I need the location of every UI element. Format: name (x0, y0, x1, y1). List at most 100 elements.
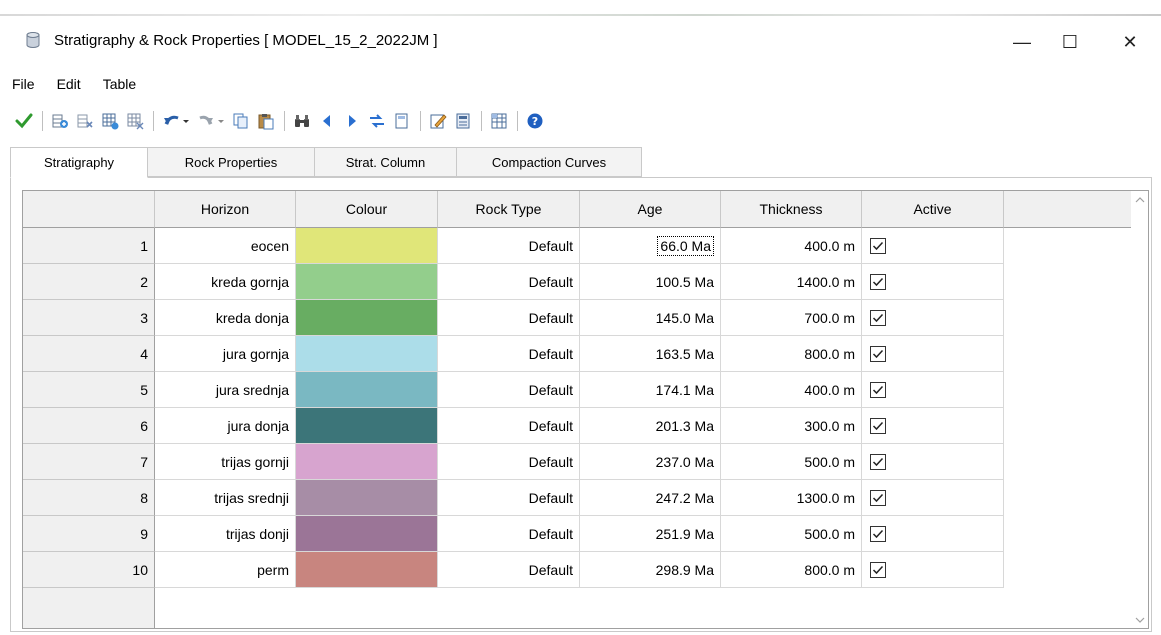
horizon-cell[interactable]: trijas srednji (155, 480, 296, 516)
vertical-scrollbar[interactable] (1131, 191, 1148, 628)
undo-icon[interactable] (161, 111, 191, 131)
age-cell[interactable]: 163.5 Ma (580, 336, 721, 372)
page-icon[interactable] (392, 111, 412, 131)
thickness-cell[interactable]: 1300.0 m (721, 480, 862, 516)
delete-block-icon[interactable] (125, 111, 145, 131)
horizon-cell[interactable]: jura gornja (155, 336, 296, 372)
menu-table[interactable]: Table (103, 76, 136, 92)
col-header-rock-type[interactable]: Rock Type (438, 191, 580, 228)
age-cell[interactable]: 251.9 Ma (580, 516, 721, 552)
age-cell[interactable]: 247.2 Ma (580, 480, 721, 516)
active-checkbox[interactable] (870, 381, 886, 398)
menu-file[interactable]: File (12, 76, 35, 92)
row-number[interactable]: 3 (23, 300, 155, 336)
age-cell[interactable]: 298.9 Ma (580, 552, 721, 588)
horizon-cell[interactable]: jura donja (155, 408, 296, 444)
col-header-colour[interactable]: Colour (296, 191, 438, 228)
thickness-cell[interactable]: 400.0 m (721, 372, 862, 408)
colour-swatch[interactable] (296, 408, 438, 444)
insert-row-icon[interactable] (50, 111, 70, 131)
edit-icon[interactable] (428, 111, 448, 131)
row-number[interactable]: 2 (23, 264, 155, 300)
rock-type-cell[interactable]: Default (438, 228, 580, 264)
horizon-cell[interactable]: kreda gornja (155, 264, 296, 300)
row-number[interactable]: 8 (23, 480, 155, 516)
rock-type-cell[interactable]: Default (438, 408, 580, 444)
row-number[interactable]: 10 (23, 552, 155, 588)
active-cell[interactable] (862, 264, 1004, 300)
horizon-cell[interactable]: trijas gornji (155, 444, 296, 480)
horizon-cell[interactable]: kreda donja (155, 300, 296, 336)
age-cell[interactable]: 66.0 Ma (580, 228, 721, 264)
rock-type-cell[interactable]: Default (438, 552, 580, 588)
row-number[interactable]: 7 (23, 444, 155, 480)
close-button[interactable]: ✕ (1110, 32, 1150, 52)
active-checkbox[interactable] (870, 489, 886, 506)
replace-icon[interactable] (367, 111, 387, 131)
minimize-button[interactable]: — (1002, 32, 1042, 52)
colour-swatch[interactable] (296, 264, 438, 300)
rock-type-cell[interactable]: Default (438, 372, 580, 408)
tab-rock-properties[interactable]: Rock Properties (147, 147, 315, 177)
active-cell[interactable] (862, 552, 1004, 588)
thickness-cell[interactable]: 800.0 m (721, 336, 862, 372)
age-cell[interactable]: 174.1 Ma (580, 372, 721, 408)
find-icon[interactable] (292, 111, 312, 131)
horizon-cell[interactable]: jura srednja (155, 372, 296, 408)
calculator-icon[interactable] (453, 111, 473, 131)
title-bar[interactable]: Stratigraphy & Rock Properties [ MODEL_1… (0, 16, 1161, 64)
check-icon[interactable] (14, 111, 34, 131)
thickness-cell[interactable]: 500.0 m (721, 444, 862, 480)
active-cell[interactable] (862, 228, 1004, 264)
menu-edit[interactable]: Edit (57, 76, 81, 92)
horizon-cell[interactable]: perm (155, 552, 296, 588)
active-cell[interactable] (862, 372, 1004, 408)
redo-icon[interactable] (196, 111, 226, 131)
grid-icon[interactable] (489, 111, 509, 131)
scroll-down-icon[interactable] (1131, 611, 1148, 628)
delete-row-icon[interactable] (75, 111, 95, 131)
active-checkbox[interactable] (870, 345, 886, 362)
thickness-cell[interactable]: 400.0 m (721, 228, 862, 264)
active-checkbox[interactable] (870, 273, 886, 290)
row-number[interactable]: 5 (23, 372, 155, 408)
active-checkbox[interactable] (870, 525, 886, 542)
thickness-cell[interactable]: 500.0 m (721, 516, 862, 552)
rock-type-cell[interactable]: Default (438, 444, 580, 480)
active-cell[interactable] (862, 300, 1004, 336)
paste-icon[interactable] (256, 111, 276, 131)
thickness-cell[interactable]: 700.0 m (721, 300, 862, 336)
tab-compaction-curves[interactable]: Compaction Curves (456, 147, 642, 177)
colour-swatch[interactable] (296, 516, 438, 552)
thickness-cell[interactable]: 300.0 m (721, 408, 862, 444)
thickness-cell[interactable]: 1400.0 m (721, 264, 862, 300)
colour-swatch[interactable] (296, 228, 438, 264)
col-header-active[interactable]: Active (862, 191, 1004, 228)
age-cell[interactable]: 201.3 Ma (580, 408, 721, 444)
active-cell[interactable] (862, 444, 1004, 480)
colour-swatch[interactable] (296, 336, 438, 372)
colour-swatch[interactable] (296, 480, 438, 516)
row-number[interactable]: 6 (23, 408, 155, 444)
colour-swatch[interactable] (296, 300, 438, 336)
row-number[interactable]: 1 (23, 228, 155, 264)
next-icon[interactable] (342, 111, 362, 131)
col-header-age[interactable]: Age (580, 191, 721, 228)
active-checkbox[interactable] (870, 561, 886, 578)
row-number[interactable]: 9 (23, 516, 155, 552)
maximize-button[interactable]: ☐ (1050, 32, 1090, 52)
help-icon[interactable]: ? (525, 111, 545, 131)
rock-type-cell[interactable]: Default (438, 300, 580, 336)
active-cell[interactable] (862, 408, 1004, 444)
rock-type-cell[interactable]: Default (438, 516, 580, 552)
age-cell[interactable]: 100.5 Ma (580, 264, 721, 300)
tab-strat-column[interactable]: Strat. Column (314, 147, 457, 177)
row-number[interactable]: 4 (23, 336, 155, 372)
rock-type-cell[interactable]: Default (438, 480, 580, 516)
active-cell[interactable] (862, 480, 1004, 516)
rock-type-cell[interactable]: Default (438, 336, 580, 372)
rock-type-cell[interactable]: Default (438, 264, 580, 300)
active-checkbox[interactable] (870, 309, 886, 326)
active-cell[interactable] (862, 336, 1004, 372)
age-cell[interactable]: 145.0 Ma (580, 300, 721, 336)
